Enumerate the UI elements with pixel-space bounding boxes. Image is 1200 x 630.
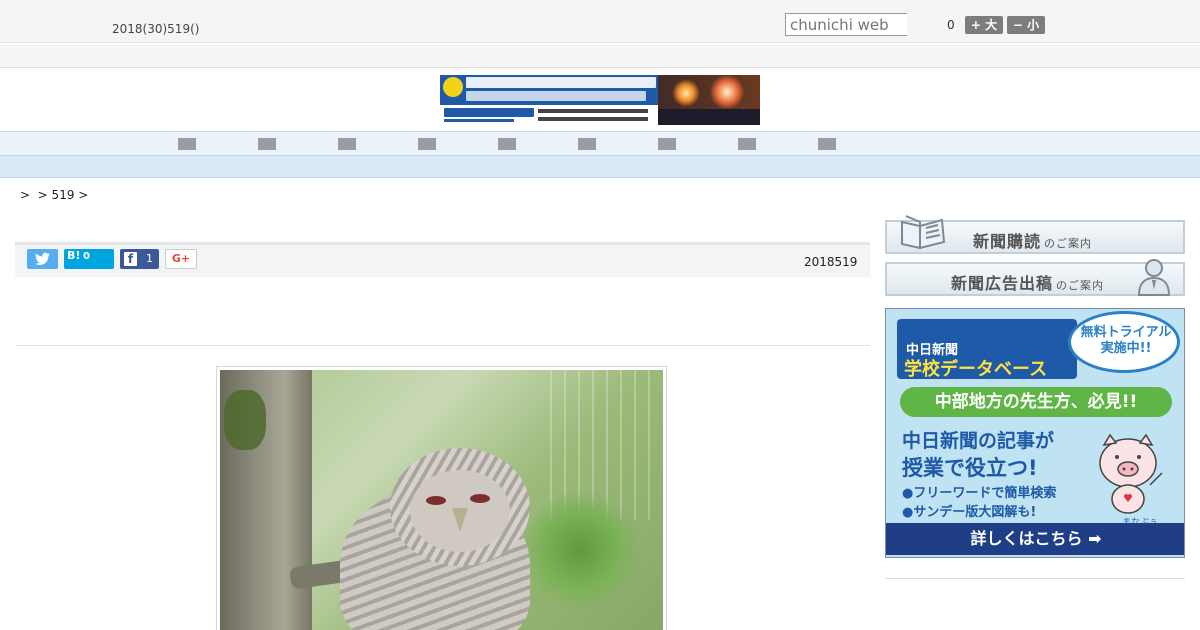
school-database-ad[interactable]: 中日新聞 学校データベース 無料トライアル 実施中!! 中部地方の先生方、必見!… [885,308,1185,558]
firework-icon [710,75,744,109]
article-divider [15,345,870,346]
banner-ad-logo-underline [444,119,514,122]
google-plus-share-button[interactable]: G+ [165,249,197,269]
business-person-icon [1137,259,1171,296]
font-smaller-button[interactable]: − 小 [1007,16,1045,34]
sidebar-divider [885,578,1185,579]
banner-ad-headline-text [466,77,656,88]
owl-eye-left [426,496,446,505]
hatena-bookmark-count: 0 [83,251,90,262]
nav-item[interactable] [487,137,527,151]
facebook-f-icon: f [124,252,137,266]
current-date: 2018(30)519() [112,22,200,36]
nav-item[interactable] [647,137,687,151]
nav-item[interactable] [167,137,207,151]
pig-mascot-icon [1099,433,1163,514]
subscribe-title-text: 新聞購読 [973,232,1042,251]
nav-item[interactable] [247,137,287,151]
font-larger-button[interactable]: + 大 [965,16,1003,34]
school-database-title: 学校データベース [904,359,1048,380]
font-size-level: 0 [947,18,955,32]
teachers-callout: 中部地方の先生方、必見!! [900,387,1172,417]
advertise-title: 新聞広告出稿 のご案内 [951,270,1104,294]
global-nav [0,131,1200,156]
nav-item[interactable] [327,137,367,151]
advertise-title-text: 新聞広告出稿 [951,274,1054,293]
twitter-share-button[interactable] [27,249,58,269]
ad-feature-bullet: ●サンデー版大図解も! [902,505,1037,520]
hatena-bookmark-icon: B! [67,249,81,262]
banner-ad-badge-icon [443,77,463,97]
article-date: 2018519 [804,255,858,269]
header-sub-bar [0,44,1200,68]
ad-feature-bullet: ●フリーワードで簡単検索 [902,486,1057,501]
facebook-share-count: 1 [146,252,153,265]
twitter-bird-icon [35,252,50,265]
article-photo-frame [216,366,667,630]
owl-beak [452,508,468,532]
breadcrumb[interactable]: > > 519 > [20,188,88,202]
firework-icon [672,79,700,107]
nav-item[interactable] [727,137,767,151]
owl-eye-right [470,494,490,503]
nav-item[interactable] [567,137,607,151]
nav-item[interactable] [807,137,847,151]
open-book-icon [901,215,946,250]
banner-ad-subhead-text [466,91,646,101]
moss-patch [224,390,266,450]
leaves-cluster [520,490,640,610]
banner-ad-logo [444,108,534,117]
hatena-bookmark-button[interactable]: B! 0 [64,249,114,269]
search-input[interactable] [785,13,907,36]
sub-nav [0,156,1200,178]
free-trial-status: 実施中!! [1100,341,1152,356]
banner-ad-cityscape [658,109,760,125]
owl-photo [220,370,663,630]
details-link[interactable]: 詳しくはこちら ➡ [886,523,1184,555]
ad-headline-line-1: 中日新聞の記事が [902,430,1055,452]
subscribe-suffix: のご案内 [1044,237,1093,250]
ad-headline-line-2: 授業で役立つ! [902,456,1038,480]
nav-item[interactable] [407,137,447,151]
banner-ad-tagline-line [538,109,648,113]
facebook-share-button[interactable]: f 1 [120,249,159,269]
subscribe-title: 新聞購読 のご案内 [973,228,1092,252]
advertise-suffix: のご案内 [1056,279,1105,292]
banner-ad[interactable] [440,75,760,125]
banner-ad-tagline-line [538,117,648,121]
